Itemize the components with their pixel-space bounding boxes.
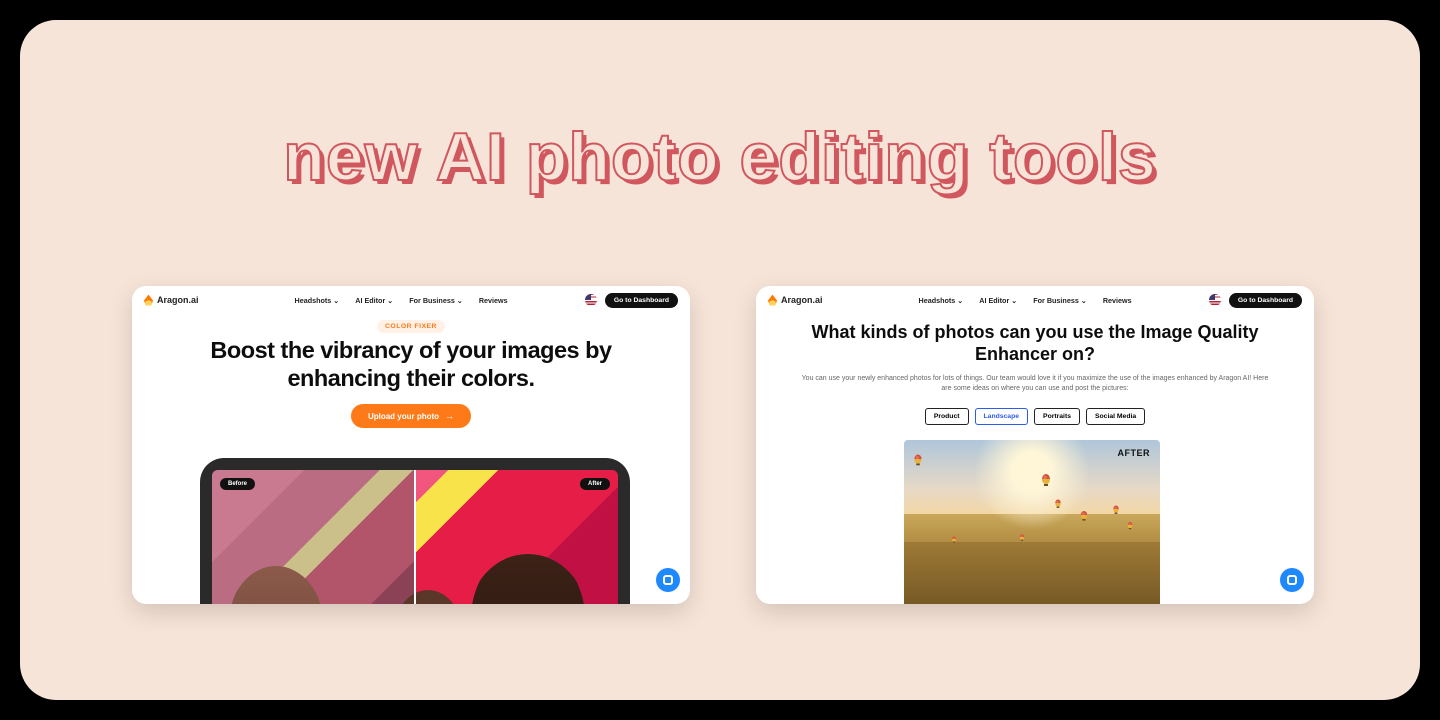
category-chips: Product Landscape Portraits Social Media xyxy=(756,408,1314,425)
locale-flag-icon[interactable] xyxy=(1209,294,1221,306)
dashboard-button[interactable]: Go to Dashboard xyxy=(1229,293,1302,308)
chat-support-button[interactable] xyxy=(1280,568,1304,592)
nav-reviews[interactable]: Reviews xyxy=(479,296,508,305)
chevron-down-icon: ⌄ xyxy=(457,296,463,305)
chat-support-button[interactable] xyxy=(656,568,680,592)
nav-ai-editor[interactable]: AI Editor ⌄ xyxy=(355,296,393,305)
after-label: AFTER xyxy=(1118,448,1151,458)
arrow-right-icon: → xyxy=(445,411,454,421)
flame-icon xyxy=(768,295,777,306)
brand-logo[interactable]: Aragon.ai xyxy=(768,295,823,306)
chat-icon xyxy=(1287,575,1297,585)
nav-headshots[interactable]: Headshots ⌄ xyxy=(919,296,964,305)
card-image-enhancer: Aragon.ai Headshots ⌄ AI Editor ⌄ For Bu… xyxy=(756,286,1314,604)
locale-flag-icon[interactable] xyxy=(585,294,597,306)
balloon-icon xyxy=(1081,511,1087,519)
flame-icon xyxy=(144,295,153,306)
section-title: What kinds of photos can you use the Ima… xyxy=(756,314,1314,366)
site-nav: Aragon.ai Headshots ⌄ AI Editor ⌄ For Bu… xyxy=(756,286,1314,314)
person-silhouette xyxy=(392,590,464,604)
balloon-icon xyxy=(914,455,921,464)
after-label: After xyxy=(580,478,610,490)
feature-tag: COLOR FIXER xyxy=(377,320,445,333)
before-label: Before xyxy=(220,478,255,490)
chevron-down-icon: ⌄ xyxy=(387,296,393,305)
brand-name: Aragon.ai xyxy=(157,295,199,305)
nav-for-business[interactable]: For Business ⌄ xyxy=(1033,296,1087,305)
brand-logo[interactable]: Aragon.ai xyxy=(144,295,199,306)
balloon-icon xyxy=(1020,534,1024,540)
tablet-frame: Before After ‹› xyxy=(200,458,630,604)
site-nav: Aragon.ai Headshots ⌄ AI Editor ⌄ For Bu… xyxy=(132,286,690,314)
chevron-down-icon: ⌄ xyxy=(1011,296,1017,305)
person-silhouette xyxy=(228,566,324,604)
page-headline: new AI photo editing tools xyxy=(20,118,1420,196)
nav-for-business[interactable]: For Business ⌄ xyxy=(409,296,463,305)
upload-photo-button[interactable]: Upload your photo → xyxy=(351,404,471,428)
example-landscape-photo: AFTER xyxy=(904,440,1160,604)
nav-reviews[interactable]: Reviews xyxy=(1103,296,1132,305)
dashboard-button[interactable]: Go to Dashboard xyxy=(605,293,678,308)
before-after-photo[interactable]: Before After ‹› xyxy=(212,470,618,604)
balloon-icon xyxy=(1113,506,1119,513)
nav-headshots[interactable]: Headshots ⌄ xyxy=(295,296,340,305)
nav-ai-editor[interactable]: AI Editor ⌄ xyxy=(979,296,1017,305)
hero-title: Boost the vibrancy of your images by enh… xyxy=(132,337,690,392)
balloon-icon xyxy=(952,537,956,542)
chip-product[interactable]: Product xyxy=(925,408,969,425)
chip-social-media[interactable]: Social Media xyxy=(1086,408,1145,425)
chip-portraits[interactable]: Portraits xyxy=(1034,408,1080,425)
brand-name: Aragon.ai xyxy=(781,295,823,305)
comparison-slider[interactable] xyxy=(414,470,416,604)
card-color-fixer: Aragon.ai Headshots ⌄ AI Editor ⌄ For Bu… xyxy=(132,286,690,604)
balloon-icon xyxy=(1042,474,1050,484)
chip-landscape[interactable]: Landscape xyxy=(975,408,1029,425)
section-subtitle: You can use your newly enhanced photos f… xyxy=(756,366,1314,394)
balloon-icon xyxy=(1055,500,1061,507)
chevron-down-icon: ⌄ xyxy=(957,296,963,305)
person-silhouette xyxy=(468,554,588,604)
balloon-icon xyxy=(1128,522,1133,528)
chat-icon xyxy=(663,575,673,585)
chevron-down-icon: ⌄ xyxy=(1081,296,1087,305)
chevron-down-icon: ⌄ xyxy=(333,296,339,305)
